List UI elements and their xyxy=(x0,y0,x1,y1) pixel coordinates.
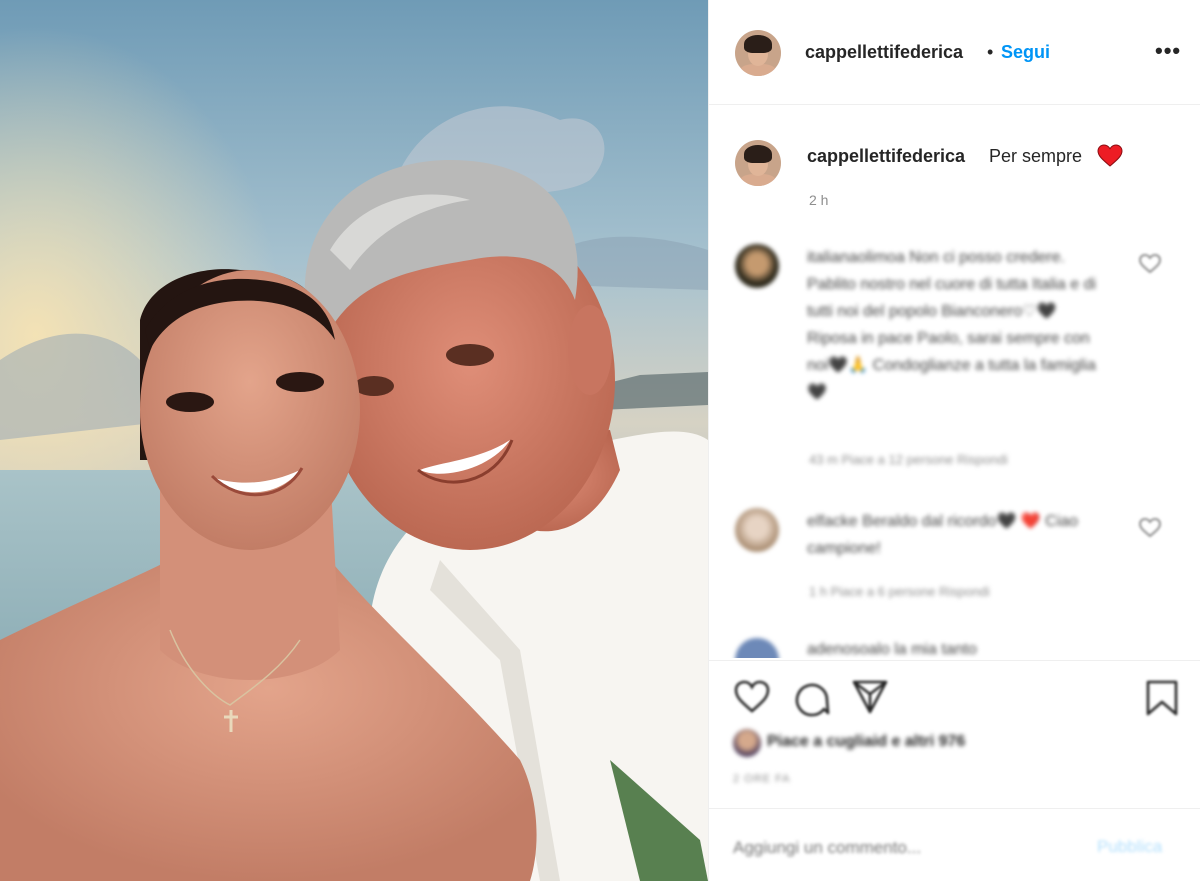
comment-input[interactable] xyxy=(731,833,1075,863)
post-time: 2 h xyxy=(809,192,829,208)
follow-button[interactable]: Segui xyxy=(1001,42,1050,63)
red-heart-icon xyxy=(1097,144,1123,167)
comment-text: adenosoalo la mia tanto xyxy=(807,641,977,658)
header-username[interactable]: cappellettifederica xyxy=(805,42,963,63)
caption-text: Per sempre xyxy=(989,146,1083,166)
share-icon[interactable] xyxy=(851,679,889,715)
post-date: 2 ORE FA xyxy=(733,773,791,785)
comment-avatar[interactable] xyxy=(735,638,779,658)
comment-avatar[interactable] xyxy=(735,244,779,288)
post-photo xyxy=(0,0,708,881)
post-header: cappellettifederica • Segui ••• xyxy=(709,0,1200,105)
publish-button[interactable]: Pubblica xyxy=(1097,837,1162,857)
comment-avatar[interactable] xyxy=(735,508,779,552)
comment-like-icon[interactable] xyxy=(1139,518,1161,538)
liker-avatar[interactable] xyxy=(733,729,761,757)
add-comment-bar: Pubblica xyxy=(709,808,1200,882)
avatar[interactable] xyxy=(735,30,781,76)
like-icon[interactable] xyxy=(733,679,771,715)
comment-cutoff: adenosoalo la mia tanto xyxy=(709,630,1200,658)
likes-summary[interactable]: Piace a cugliaid e altri 976 xyxy=(767,733,965,751)
comment-meta[interactable]: 43 m Piace a 12 persone Rispondi xyxy=(809,452,1008,467)
post-actions: Piace a cugliaid e altri 976 2 ORE FA xyxy=(709,660,1200,785)
selfie-illustration xyxy=(0,0,708,881)
caption-avatar[interactable] xyxy=(735,140,781,186)
comment-like-icon[interactable] xyxy=(1139,254,1161,274)
comment-text: italianaolimoa Non ci posso credere. Pab… xyxy=(807,249,1097,401)
more-options-icon[interactable]: ••• xyxy=(1155,38,1181,64)
post-side-panel: cappellettifederica • Segui ••• cappelle… xyxy=(708,0,1200,881)
comment-meta[interactable]: 1 h Piace a 6 persone Rispondi xyxy=(809,584,990,599)
separator-dot: • xyxy=(987,42,994,62)
save-bookmark-icon[interactable] xyxy=(1145,679,1179,717)
comment-text: elfacke Beraldo dal ricordo🖤 ❤️ Ciao cam… xyxy=(807,513,1079,557)
comment-icon[interactable] xyxy=(791,679,831,719)
caption-username[interactable]: cappellettifederica xyxy=(807,146,965,167)
